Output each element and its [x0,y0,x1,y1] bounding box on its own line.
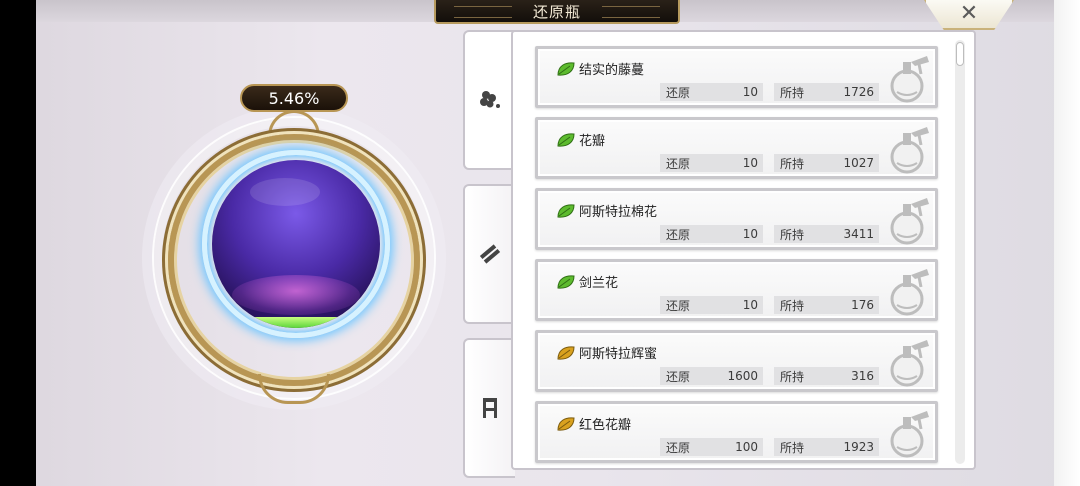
orb-shine [250,178,320,206]
owned-value: 316 [851,369,874,383]
owned-label: 所持 [780,298,805,313]
owned-value: 176 [851,298,874,312]
restore-label: 还原 [666,227,691,242]
restore-bottle-icon[interactable] [889,54,933,104]
list-item[interactable]: 剑兰花 还原 10 所持 176 [535,259,938,321]
restore-value-box: 还原 10 [660,296,763,314]
item-name: 结实的藤蔓 [579,63,645,78]
list-item[interactable]: 花瓣 还原 10 所持 1027 [535,117,938,179]
restore-bottle-icon[interactable] [889,196,933,246]
close-button[interactable]: ✕ [924,0,1014,30]
orb-ornament-top [268,110,320,136]
leaf-icon [557,346,575,360]
orb-ornament-bottom [258,374,330,404]
restore-bottle-icon[interactable] [889,409,933,459]
owned-label: 所持 [780,227,805,242]
owned-label: 所持 [780,156,805,171]
chair-icon [483,398,497,418]
leaf-icon [557,133,575,147]
restore-label: 还原 [666,298,691,313]
window-title-text: 还原瓶 [532,2,581,21]
tab-flowers[interactable] [463,30,515,170]
screen-edge-right [1054,0,1080,486]
owned-value-box: 所持 1726 [774,83,879,101]
leaf-icon [557,62,575,76]
owned-value: 1923 [843,440,874,454]
restore-bottle-icon[interactable] [889,267,933,317]
item-name: 花瓣 [579,134,606,149]
scrollbar-thumb[interactable] [956,42,964,66]
restore-value: 100 [735,440,758,454]
wood-plank-icon [479,244,501,264]
orb-inner-glow [232,275,360,315]
restore-orb: 5.46% [150,76,442,406]
leaf-icon [557,204,575,218]
restore-value-box: 还原 1600 [660,367,763,385]
list-item[interactable]: 阿斯特拉辉蜜 还原 1600 所持 316 [535,330,938,392]
close-icon: ✕ [959,1,979,26]
restore-value-box: 还原 10 [660,83,763,101]
owned-value-box: 所持 1923 [774,438,879,456]
owned-value: 1726 [843,85,874,99]
owned-label: 所持 [780,85,805,100]
restore-value: 10 [742,156,758,170]
item-name: 剑兰花 [579,276,619,291]
restore-value-box: 还原 100 [660,438,763,456]
screen-edge-left [0,0,36,486]
restore-value-box: 还原 10 [660,225,763,243]
restore-bottle-icon[interactable] [889,125,933,175]
list-item[interactable]: 红色花瓣 还原 100 所持 1923 [535,401,938,463]
owned-value-box: 所持 3411 [774,225,879,243]
restore-label: 还原 [666,156,691,171]
restore-value: 10 [742,227,758,241]
tab-furniture[interactable] [463,338,515,478]
orb-liquid-level [212,317,380,328]
restore-label: 还原 [666,440,691,455]
item-name: 阿斯特拉棉花 [579,205,658,220]
tab-materials[interactable] [463,184,515,324]
owned-label: 所持 [780,440,805,455]
owned-label: 所持 [780,369,805,384]
owned-value-box: 所持 1027 [774,154,879,172]
fill-percent-text: 5.46% [268,88,320,108]
restore-value: 10 [742,85,758,99]
restore-value-box: 还原 10 [660,154,763,172]
window-title: 还原瓶 [434,0,680,24]
item-name: 红色花瓣 [579,418,632,433]
fill-percent-badge: 5.46% [240,84,348,112]
leaf-icon [557,275,575,289]
restore-value: 10 [742,298,758,312]
restore-value: 1600 [727,369,758,383]
owned-value-box: 所持 176 [774,296,879,314]
list-item[interactable]: 阿斯特拉棉花 还原 10 所持 3411 [535,188,938,250]
restore-label: 还原 [666,85,691,100]
orb-sphere [212,160,380,328]
restore-bottle-icon[interactable] [889,338,933,388]
leaf-icon [557,417,575,431]
restore-label: 还原 [666,369,691,384]
item-name: 阿斯特拉辉蜜 [579,347,658,362]
list-item[interactable]: 结实的藤蔓 还原 10 所持 1726 [535,46,938,108]
scrollbar-track[interactable] [955,40,965,464]
owned-value: 3411 [843,227,874,241]
flower-icon [480,91,500,108]
owned-value-box: 所持 316 [774,367,879,385]
owned-value: 1027 [843,156,874,170]
